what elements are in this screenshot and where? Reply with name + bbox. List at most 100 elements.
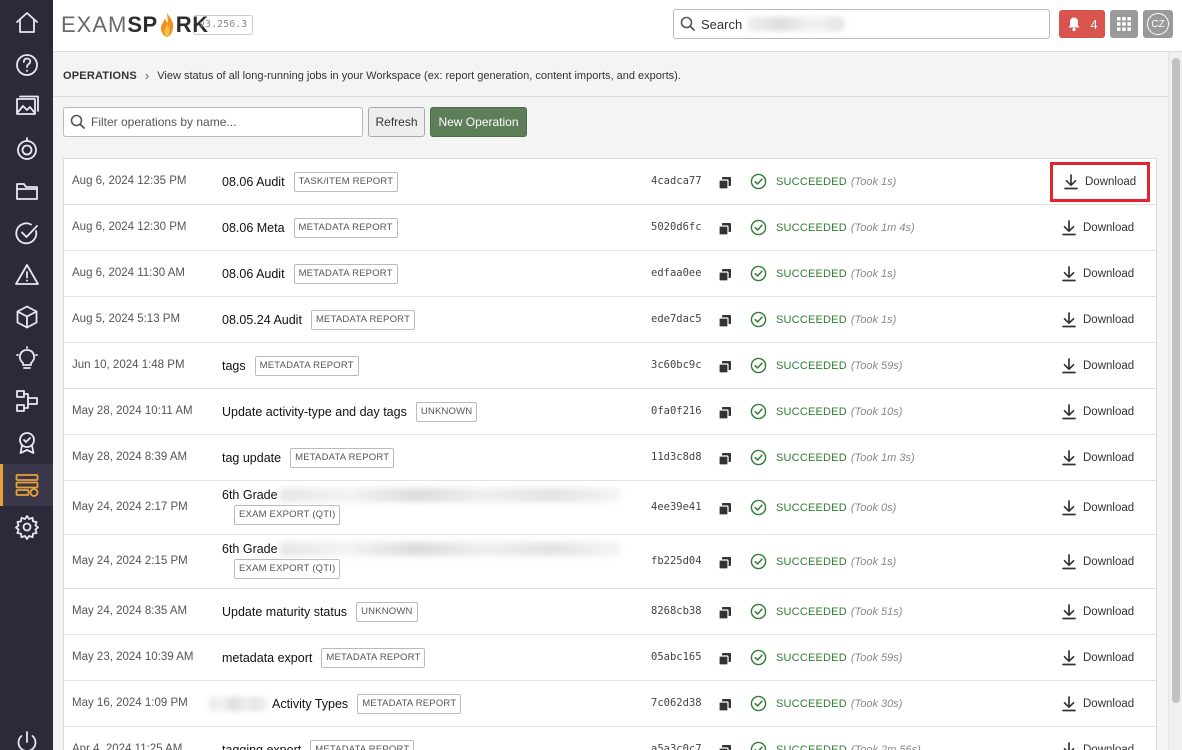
sidebar-item-warning[interactable]: [0, 254, 53, 296]
search-placeholder: Search: [701, 16, 743, 32]
sidebar-item-check-circle[interactable]: [0, 212, 53, 254]
download-button[interactable]: Download: [1062, 220, 1134, 236]
operation-id: fb225d04: [651, 555, 702, 567]
sidebar-item-help[interactable]: [0, 44, 53, 86]
download-icon: [1062, 696, 1076, 712]
download-button[interactable]: Download: [1062, 604, 1134, 620]
operation-name: 08.06 Audit: [222, 175, 285, 189]
copy-icon[interactable]: [718, 452, 732, 466]
copy-icon[interactable]: [718, 556, 732, 570]
duration-text: (Took 2m 56s): [850, 743, 921, 750]
copy-icon[interactable]: [718, 222, 732, 236]
sidebar-item-badge[interactable]: [0, 422, 53, 464]
scrollbar[interactable]: [1168, 52, 1182, 750]
download-icon: [1062, 266, 1076, 282]
table-row: May 24, 2024 2:15 PM 6th Grade EXAM EXPO…: [64, 535, 1156, 589]
operation-date: May 24, 2024 8:35 AM: [72, 605, 188, 617]
copy-icon[interactable]: [718, 606, 732, 620]
avatar: CZ: [1147, 13, 1169, 35]
download-button[interactable]: Download: [1062, 650, 1134, 666]
global-search-input[interactable]: Search: [673, 9, 1050, 39]
sidebar-item-folder[interactable]: [0, 170, 53, 212]
logo-text-sp: SP: [127, 12, 158, 37]
download-button[interactable]: Download: [1062, 450, 1134, 466]
operation-id: 4cadca77: [651, 175, 702, 187]
operation-date: May 16, 2024 1:09 PM: [72, 697, 188, 709]
download-button[interactable]: Download: [1062, 742, 1134, 750]
copy-icon[interactable]: [718, 176, 732, 190]
download-label: Download: [1083, 222, 1135, 234]
copy-icon[interactable]: [718, 502, 732, 516]
operation-id: 4ee39e41: [651, 501, 702, 513]
copy-icon[interactable]: [718, 652, 732, 666]
scrollbar-thumb[interactable]: [1172, 58, 1180, 703]
sidebar-item-cube[interactable]: [0, 296, 53, 338]
operation-date: Aug 6, 2024 11:30 AM: [72, 267, 185, 279]
operations-icon: [15, 474, 38, 497]
search-icon: [70, 114, 86, 130]
operation-id: a5a3c0c7: [651, 743, 702, 750]
status-badge: SUCCEEDED (Took 2m 56s): [750, 741, 921, 750]
operation-id: edfaa0ee: [651, 267, 702, 279]
download-button[interactable]: Download: [1062, 266, 1134, 282]
filter-operations-input[interactable]: [91, 115, 351, 129]
download-icon: [1062, 358, 1076, 374]
download-label: Download: [1083, 606, 1135, 618]
download-label: Download: [1083, 452, 1135, 464]
download-label: Download: [1083, 314, 1135, 326]
operation-type-tag: METADATA REPORT: [357, 694, 462, 714]
sidebar-item-power[interactable]: [0, 721, 53, 750]
operation-id: 5020d6fc: [651, 221, 702, 233]
examspark-logo[interactable]: EXAM SP RK: [61, 10, 209, 40]
duration-text: (Took 59s): [850, 359, 903, 372]
download-button[interactable]: Download: [1062, 696, 1134, 712]
operation-type-tag: METADATA REPORT: [321, 648, 426, 668]
download-icon: [1062, 220, 1076, 236]
notifications-button[interactable]: 4: [1059, 10, 1105, 38]
copy-icon[interactable]: [718, 314, 732, 328]
operation-name: metadata export: [222, 651, 313, 665]
status-text: SUCCEEDED: [776, 175, 847, 188]
sidebar-item-lightbulb[interactable]: [0, 338, 53, 380]
filter-operations-field[interactable]: [63, 107, 363, 137]
breadcrumb-root[interactable]: OPERATIONS: [63, 70, 137, 82]
sidebar-item-gallery[interactable]: [0, 86, 53, 128]
refresh-button[interactable]: Refresh: [368, 107, 425, 137]
operation-name: tagging export: [222, 743, 302, 750]
copy-icon[interactable]: [718, 744, 732, 750]
duration-text: (Took 1s): [850, 555, 897, 568]
download-button[interactable]: Download: [1062, 312, 1134, 328]
duration-text: (Took 1s): [850, 313, 897, 326]
sidebar-item-settings[interactable]: [0, 506, 53, 548]
download-button[interactable]: Download: [1062, 500, 1134, 516]
copy-icon[interactable]: [718, 406, 732, 420]
sidebar-item-target[interactable]: [0, 128, 53, 170]
operation-date: Aug 6, 2024 12:35 PM: [72, 175, 187, 187]
sidebar-item-operations[interactable]: [0, 464, 53, 506]
copy-icon[interactable]: [718, 360, 732, 374]
folder-icon: [15, 183, 38, 200]
operation-name: tags: [222, 359, 246, 373]
download-button[interactable]: Download: [1062, 554, 1134, 570]
download-icon: [1062, 404, 1076, 420]
copy-icon[interactable]: [718, 698, 732, 712]
copy-icon[interactable]: [718, 268, 732, 282]
operation-name-cell: Update maturity status UNKNOWN: [222, 602, 418, 622]
status-text: SUCCEEDED: [776, 221, 847, 234]
sidebar-item-home[interactable]: [0, 2, 53, 44]
sidebar-item-workflow[interactable]: [0, 380, 53, 422]
status-badge: SUCCEEDED (Took 10s): [750, 403, 902, 420]
target-icon: [16, 137, 37, 160]
download-button[interactable]: Download: [1049, 162, 1151, 202]
operation-date: Jun 10, 2024 1:48 PM: [72, 359, 185, 371]
user-menu-button[interactable]: CZ: [1143, 10, 1173, 38]
chevron-right-icon: ›: [144, 68, 150, 83]
status-badge: SUCCEEDED (Took 1s): [750, 553, 896, 570]
apps-menu-button[interactable]: [1110, 10, 1138, 38]
new-operation-button[interactable]: New Operation: [430, 107, 527, 137]
download-button[interactable]: Download: [1062, 404, 1134, 420]
download-button[interactable]: Download: [1062, 358, 1134, 374]
table-row: Aug 6, 2024 12:35 PM 08.06 Audit TASK/IT…: [64, 159, 1156, 205]
check-circle-icon: [14, 222, 38, 245]
check-circle-icon: [750, 403, 767, 420]
